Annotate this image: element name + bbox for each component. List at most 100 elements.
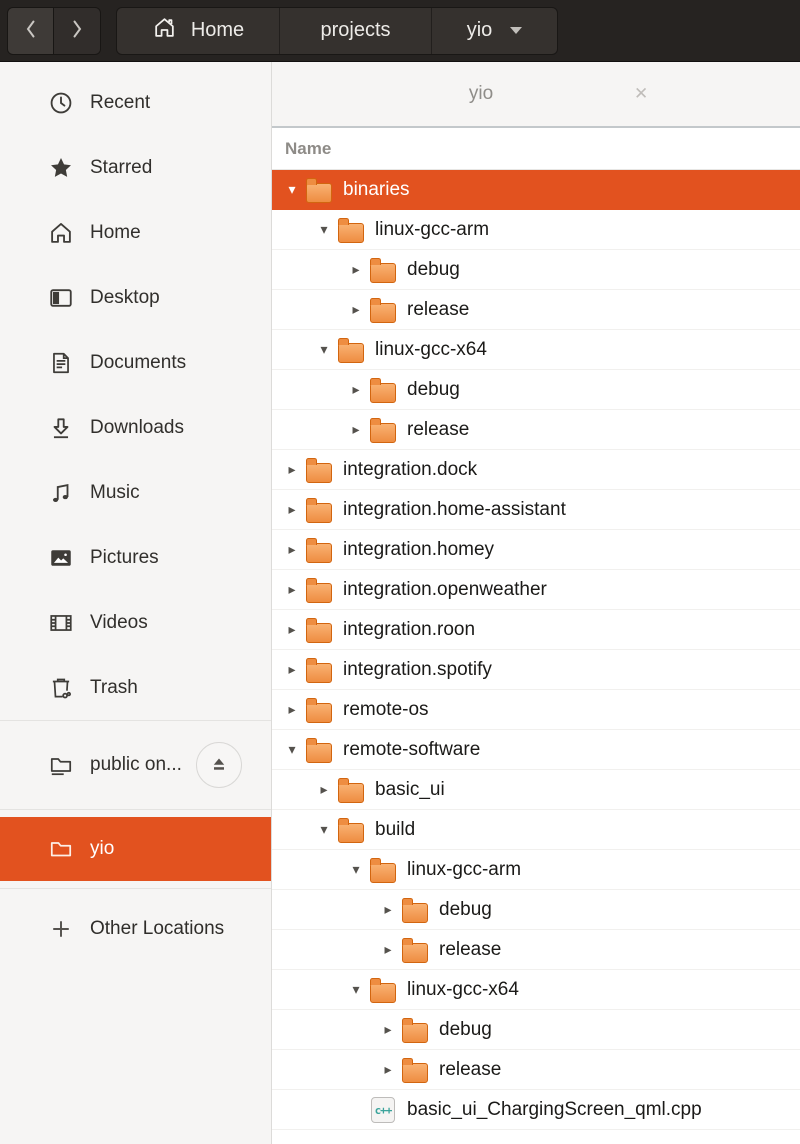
sidebar-item-pictures[interactable]: Pictures — [0, 525, 271, 590]
expander-collapsed-icon[interactable]: ▸ — [284, 463, 300, 477]
expander-expanded-icon[interactable]: ▾ — [284, 183, 300, 197]
expander-collapsed-icon[interactable]: ▸ — [348, 383, 364, 397]
expander-collapsed-icon[interactable]: ▸ — [348, 423, 364, 437]
expander-collapsed-icon[interactable]: ▸ — [380, 1063, 396, 1077]
sidebar-item-starred[interactable]: Starred — [0, 135, 271, 200]
expander-expanded-icon[interactable]: ▾ — [348, 863, 364, 877]
tree-row-integration-spotify[interactable]: ▸ integration.spotify — [272, 650, 800, 690]
tree-row-integration-dock[interactable]: ▸ integration.dock — [272, 450, 800, 490]
tree-row-remote-os[interactable]: ▸ remote-os — [272, 690, 800, 730]
tree-row-debug[interactable]: ▸ debug — [272, 370, 800, 410]
tree-row-label: linux-gcc-arm — [407, 858, 522, 880]
expander-collapsed-icon[interactable]: ▸ — [284, 623, 300, 637]
expander-collapsed-icon[interactable]: ▸ — [284, 663, 300, 677]
folder-icon — [369, 856, 396, 883]
tree-row-integration-openweather[interactable]: ▸ integration.openweather — [272, 570, 800, 610]
tree-row-release[interactable]: ▸ release — [272, 410, 800, 450]
tree-row-linux-gcc-arm[interactable]: ▾ linux-gcc-arm — [272, 210, 800, 250]
eject-button[interactable] — [196, 742, 242, 788]
expander-collapsed-icon[interactable]: ▸ — [284, 703, 300, 717]
column-header-label: Name — [285, 138, 332, 158]
tree-row-release[interactable]: ▸ release — [272, 930, 800, 970]
tree-row-label: linux-gcc-x64 — [375, 338, 487, 360]
expander-expanded-icon[interactable]: ▾ — [348, 983, 364, 997]
trash-icon — [46, 675, 76, 701]
expander-collapsed-icon[interactable]: ▸ — [348, 303, 364, 317]
expander-expanded-icon[interactable]: ▾ — [316, 223, 332, 237]
tree-row-label: binaries — [343, 178, 410, 200]
folder-icon — [369, 976, 396, 1003]
expander-collapsed-icon[interactable]: ▸ — [284, 503, 300, 517]
sidebar-item-home[interactable]: Home — [0, 200, 271, 265]
sidebar-item-desktop[interactable]: Desktop — [0, 265, 271, 330]
file-manager-window: Home projects yio Recent Starred Home De… — [0, 0, 800, 1144]
breadcrumb: Home projects yio — [116, 6, 558, 55]
pictures-icon — [46, 545, 76, 571]
sidebar-item-documents[interactable]: Documents — [0, 330, 271, 395]
tree-row-release[interactable]: ▸ release — [272, 1050, 800, 1090]
close-tab-button[interactable]: ✕ — [634, 84, 648, 104]
tree-row-debug[interactable]: ▸ debug — [272, 1010, 800, 1050]
breadcrumb-home[interactable]: Home — [117, 8, 279, 54]
tab-yio[interactable]: yio — [469, 83, 493, 105]
tree-row-remote-software[interactable]: ▾ remote-software — [272, 730, 800, 770]
tree-row-release[interactable]: ▸ release — [272, 290, 800, 330]
expander-collapsed-icon[interactable]: ▸ — [380, 903, 396, 917]
sidebar-item-yio[interactable]: yio — [0, 817, 271, 881]
sidebar-item-label: Recent — [90, 91, 151, 113]
breadcrumb-label: yio — [466, 19, 493, 41]
column-header-name[interactable]: Name — [272, 128, 800, 170]
sidebar-item-label: Trash — [90, 676, 138, 698]
forward-button[interactable] — [54, 7, 100, 54]
downloads-icon — [46, 415, 76, 441]
sidebar-item-public-on[interactable]: public on... — [0, 721, 271, 809]
sidebar-item-recent[interactable]: Recent — [0, 70, 271, 135]
tree-row-basic-ui-chargingscreen-qml-cpp[interactable]: c++ basic_ui_ChargingScreen_qml.cpp — [272, 1090, 800, 1130]
expander-collapsed-icon[interactable]: ▸ — [348, 263, 364, 277]
tree-row-build[interactable]: ▾ build — [272, 810, 800, 850]
main-pane: yio ✕ Name ▾ binaries ▾ linux-gcc-arm ▸ … — [272, 62, 800, 1144]
star-icon — [46, 155, 76, 181]
tree-row-debug[interactable]: ▸ debug — [272, 890, 800, 930]
back-button[interactable] — [8, 7, 54, 54]
tree-row-label: integration.spotify — [343, 658, 492, 680]
breadcrumb-yio[interactable]: yio — [431, 7, 557, 54]
tree-row-label: debug — [407, 378, 460, 400]
tree-row-label: release — [439, 1058, 502, 1080]
tree-row-linux-gcc-x64[interactable]: ▾ linux-gcc-x64 — [272, 970, 800, 1010]
tree-row-label: release — [439, 938, 502, 960]
expander-expanded-icon[interactable]: ▾ — [284, 743, 300, 757]
folder-icon — [337, 776, 364, 803]
eject-icon — [209, 754, 229, 777]
tree-row-linux-gcc-x64[interactable]: ▾ linux-gcc-x64 — [272, 330, 800, 370]
sidebar-item-downloads[interactable]: Downloads — [0, 395, 271, 460]
expander-collapsed-icon[interactable]: ▸ — [316, 783, 332, 797]
folder-icon — [369, 376, 396, 403]
tree-row-basic-ui[interactable]: ▸ basic_ui — [272, 770, 800, 810]
expander-collapsed-icon[interactable]: ▸ — [380, 943, 396, 957]
sidebar-item-label: Music — [90, 481, 140, 503]
tree-row-integration-homey[interactable]: ▸ integration.homey — [272, 530, 800, 570]
breadcrumb-projects[interactable]: projects — [279, 7, 431, 54]
tree-row-integration-home-assistant[interactable]: ▸ integration.home-assistant — [272, 490, 800, 530]
expander-expanded-icon[interactable]: ▾ — [316, 823, 332, 837]
sidebar-item-trash[interactable]: Trash — [0, 655, 271, 720]
home-icon — [46, 220, 76, 246]
tree-row-debug[interactable]: ▸ debug — [272, 250, 800, 290]
expander-collapsed-icon[interactable]: ▸ — [380, 1023, 396, 1037]
expander-collapsed-icon[interactable]: ▸ — [284, 543, 300, 557]
tree-row-linux-gcc-arm[interactable]: ▾ linux-gcc-arm — [272, 850, 800, 890]
tab-bar: yio ✕ — [272, 62, 800, 128]
tree-row-binaries[interactable]: ▾ binaries — [272, 170, 800, 210]
sidebar-item-videos[interactable]: Videos — [0, 590, 271, 655]
plus-icon — [46, 916, 76, 942]
sidebar-item-label: Home — [90, 221, 141, 243]
expander-collapsed-icon[interactable]: ▸ — [284, 583, 300, 597]
tree-row-integration-roon[interactable]: ▸ integration.roon — [272, 610, 800, 650]
sidebar-item-other-locations[interactable]: Other Locations — [0, 889, 271, 969]
expander-expanded-icon[interactable]: ▾ — [316, 343, 332, 357]
folder-icon — [401, 936, 428, 963]
sidebar-item-music[interactable]: Music — [0, 460, 271, 525]
tree-row-label: linux-gcc-x64 — [407, 978, 519, 1000]
folder-icon — [305, 536, 332, 563]
